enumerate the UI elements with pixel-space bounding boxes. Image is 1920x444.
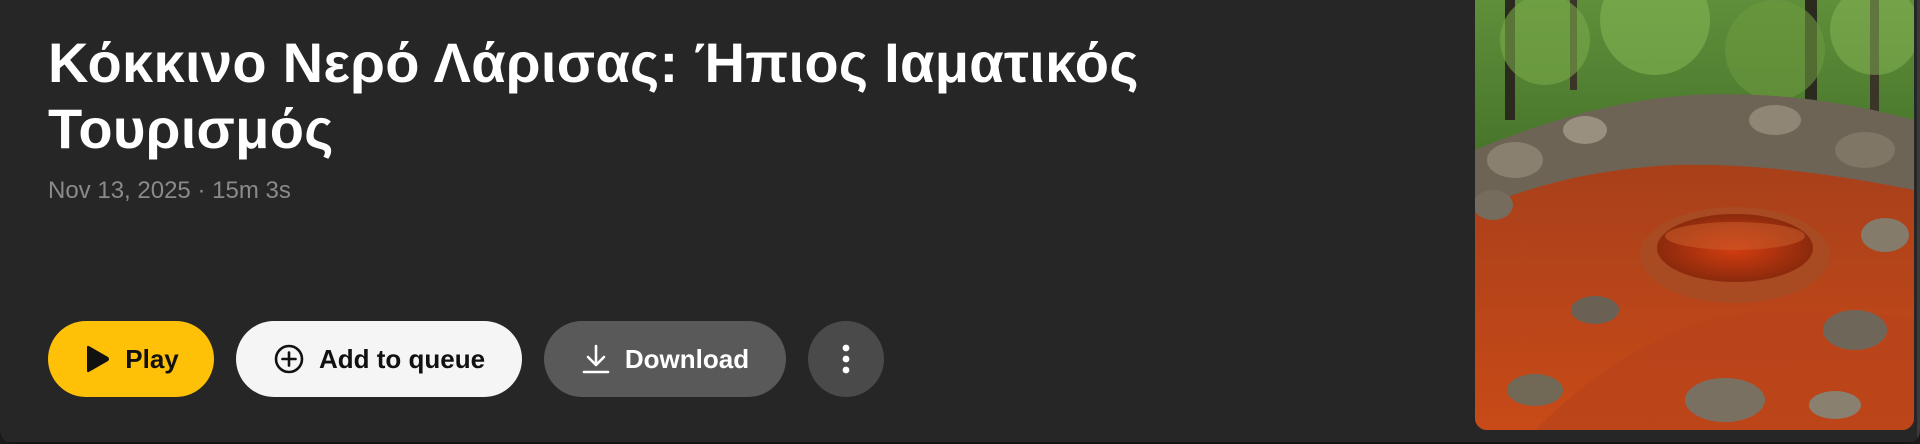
episode-cover-image xyxy=(1475,0,1914,430)
more-options-button[interactable] xyxy=(808,321,884,397)
episode-title: Κόκκινο Νερό Λάρισας: Ήπιος Ιαματικός Το… xyxy=(48,31,1139,160)
episode-meta: Nov 13, 2025 · 15m 3s xyxy=(48,176,1428,206)
plus-circle-icon xyxy=(273,343,305,375)
episode-date: Nov 13, 2025 xyxy=(48,177,191,204)
add-to-queue-button[interactable]: Add to queue xyxy=(236,321,522,397)
download-label: Download xyxy=(624,343,750,374)
episode-duration: 15m 3s xyxy=(212,177,291,204)
episode-info: Κόκκινο Νερό Λάρισας: Ήπιος Ιαματικός Το… xyxy=(48,30,1428,206)
meta-separator: · xyxy=(197,177,206,204)
add-to-queue-label: Add to queue xyxy=(318,343,486,374)
episode-card: Κόκκινο Νερό Λάρισας: Ήπιος Ιαματικός Το… xyxy=(0,0,1920,444)
more-vertical-icon xyxy=(841,343,851,375)
action-bar: Play Add to queue Download xyxy=(48,321,884,397)
download-button[interactable]: Download xyxy=(544,321,786,397)
download-icon xyxy=(581,343,611,375)
play-icon xyxy=(83,344,111,374)
play-label: Play xyxy=(125,343,179,374)
play-button[interactable]: Play xyxy=(48,321,214,397)
